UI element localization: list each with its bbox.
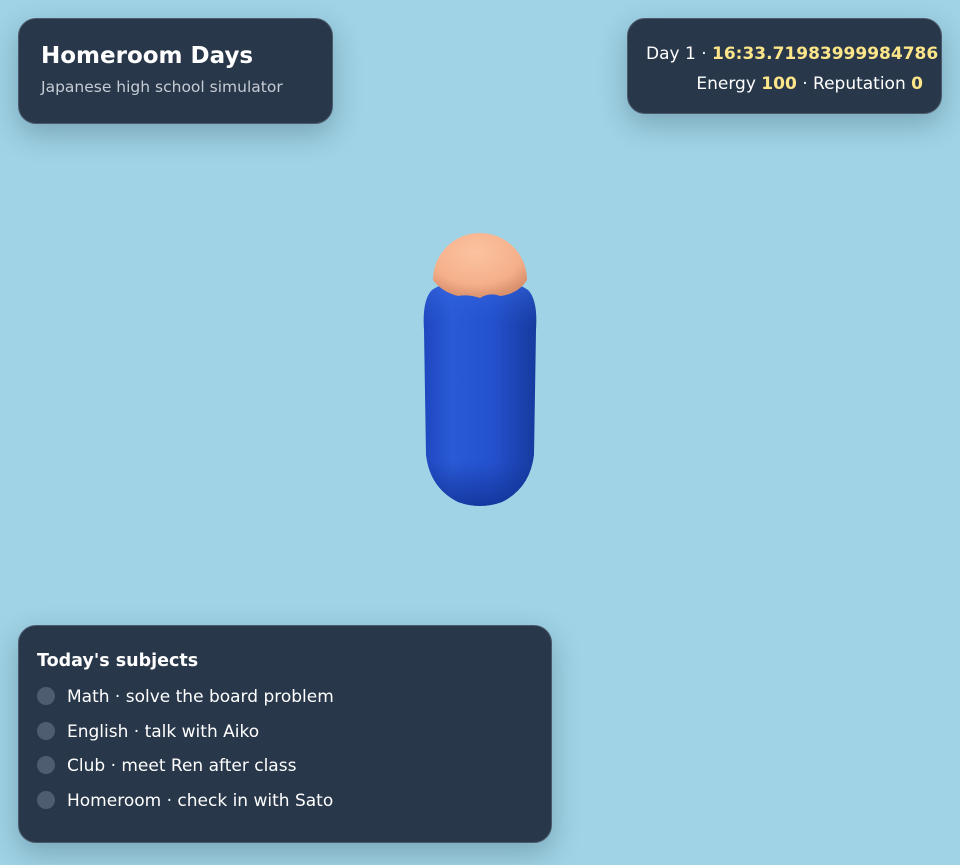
day-label: Day 1 <box>646 44 696 64</box>
status-dot-icon <box>37 687 55 706</box>
subject-item[interactable]: Club · meet Ren after class <box>37 749 533 784</box>
subjects-panel: Today's subjects Math · solve the board … <box>18 625 552 843</box>
stats-line: Energy 100 · Reputation 0 <box>646 69 923 99</box>
status-dot-icon <box>37 790 55 809</box>
subject-label: Math · solve the board problem <box>67 687 334 708</box>
subject-item[interactable]: English · talk with Aiko <box>37 715 533 750</box>
energy-value: 100 <box>761 74 797 94</box>
subject-label: English · talk with Aiko <box>67 721 260 742</box>
subject-label: Club · meet Ren after class <box>67 756 297 777</box>
separator: · <box>796 74 814 94</box>
game-title: Homeroom Days <box>41 43 254 69</box>
reputation-value: 0 <box>911 74 923 94</box>
clock-line: Day 1 · 16:33.71983999984786 <box>646 39 938 69</box>
title-panel: Homeroom Days Japanese high school simul… <box>18 18 333 124</box>
status-dot-icon <box>37 756 55 775</box>
status-dot-icon <box>37 721 55 740</box>
separator: · <box>695 44 713 64</box>
energy-label: Energy <box>696 74 756 94</box>
player-character[interactable] <box>400 220 560 520</box>
character-body <box>423 281 537 506</box>
subject-label: Homeroom · check in with Sato <box>67 790 334 811</box>
stats-panel: Day 1 · 16:33.71983999984786 Energy 100 … <box>627 18 942 114</box>
character-head <box>433 232 527 298</box>
subjects-heading: Today's subjects <box>37 651 199 671</box>
subject-list: Math · solve the board problem English ·… <box>37 680 533 818</box>
reputation-label: Reputation <box>813 74 906 94</box>
game-subtitle: Japanese high school simulator <box>41 78 283 96</box>
subject-item[interactable]: Math · solve the board problem <box>37 680 533 715</box>
time-value: 16:33.71983999984786 <box>712 44 939 64</box>
subject-item[interactable]: Homeroom · check in with Sato <box>37 784 533 819</box>
game-viewport[interactable]: Homeroom Days Japanese high school simul… <box>0 0 960 865</box>
